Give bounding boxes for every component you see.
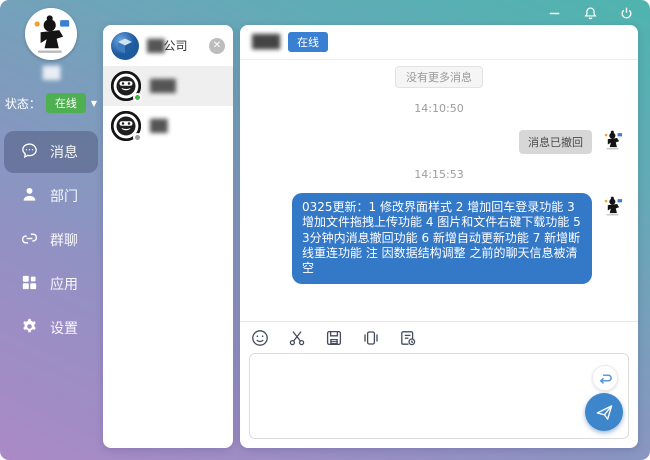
sidebar-nav: 消息 部门 群聊 应用 设置 — [0, 129, 102, 351]
chat-online-badge: 在线 — [288, 32, 328, 52]
contact-row-1[interactable]: ███ — [103, 66, 233, 106]
no-more-messages-pill: 没有更多消息 — [395, 66, 483, 88]
sidebar: ██ 状态： 在线 ▼ 消息 部门 群聊 应用 — [0, 0, 102, 460]
contact-row-2[interactable]: ██ — [103, 106, 233, 146]
titlebar — [0, 0, 650, 26]
chevron-down-icon[interactable]: ▼ — [91, 99, 97, 108]
close-icon[interactable]: ✕ — [209, 38, 225, 54]
return-button[interactable] — [592, 365, 618, 391]
sidebar-item-apps[interactable]: 应用 — [4, 263, 98, 305]
emoji-icon[interactable] — [251, 329, 269, 347]
contact-avatar — [111, 71, 141, 101]
message-icon — [20, 141, 39, 164]
message-list: 没有更多消息 14:10:50 消息已撤回 14:15:53 0325更新：1 … — [240, 60, 638, 321]
message-bubble: 0325更新：1 修改界面样式 2 增加回车登录功能 3 增加文件拖拽上传功能 … — [292, 193, 592, 284]
sidebar-item-label: 消息 — [50, 142, 78, 162]
sidebar-item-label: 部门 — [50, 186, 78, 206]
sidebar-item-departments[interactable]: 部门 — [4, 175, 98, 217]
timestamp: 14:10:50 — [252, 102, 626, 115]
timestamp: 14:15:53 — [252, 168, 626, 181]
save-file-icon[interactable] — [325, 329, 343, 347]
sidebar-item-settings[interactable]: 设置 — [4, 307, 98, 349]
sidebar-item-group-chat[interactable]: 群聊 — [4, 219, 98, 261]
sidebar-item-label: 设置 — [50, 318, 78, 338]
message-input[interactable] — [250, 354, 628, 438]
phone-icon[interactable] — [362, 329, 380, 347]
group-name: ██公司 — [147, 37, 187, 54]
chat-panel: ███ 在线 没有更多消息 14:10:50 消息已撤回 14:15:53 03… — [240, 25, 638, 448]
outgoing-message-row: 0325更新：1 修改界面样式 2 增加回车登录功能 3 增加文件拖拽上传功能 … — [252, 193, 626, 284]
group-row-company[interactable]: ██公司 ✕ — [103, 25, 233, 66]
group-chat-icon — [20, 229, 39, 252]
self-avatar — [600, 127, 626, 153]
apps-icon — [20, 273, 39, 296]
app-window: ██ 状态： 在线 ▼ 消息 部门 群聊 应用 — [0, 0, 650, 460]
self-avatar — [600, 193, 626, 219]
message-input-wrap — [249, 353, 629, 439]
composer-toolbar — [249, 327, 629, 353]
send-button[interactable] — [585, 393, 623, 431]
composer — [240, 321, 638, 448]
minimize-icon[interactable] — [546, 5, 562, 21]
contacts-panel: ██公司 ✕ ███ ██ — [103, 25, 233, 448]
power-icon[interactable] — [618, 5, 634, 21]
status-badge[interactable]: 在线 — [46, 93, 86, 113]
bell-icon[interactable] — [582, 5, 598, 21]
chat-title: ███ — [252, 35, 279, 50]
offline-dot — [133, 133, 142, 142]
username: ██ — [43, 66, 59, 80]
status-label: 状态： — [5, 95, 41, 112]
contact-name: ██ — [150, 119, 166, 133]
department-icon — [20, 185, 39, 208]
settings-icon — [20, 317, 39, 340]
chat-header: ███ 在线 — [240, 25, 638, 60]
sidebar-item-label: 应用 — [50, 274, 78, 294]
recalled-message-row: 消息已撤回 — [252, 127, 626, 154]
status-row: 状态： 在线 ▼ — [5, 93, 97, 113]
sidebar-item-messages[interactable]: 消息 — [4, 131, 98, 173]
screenshot-scissors-icon[interactable] — [288, 329, 306, 347]
sidebar-item-label: 群聊 — [50, 230, 78, 250]
chat-history-icon[interactable] — [399, 329, 417, 347]
online-dot — [133, 93, 142, 102]
contact-avatar — [111, 111, 141, 141]
recalled-bubble: 消息已撤回 — [519, 130, 592, 154]
company-avatar — [111, 32, 139, 60]
contact-name: ███ — [150, 79, 175, 93]
